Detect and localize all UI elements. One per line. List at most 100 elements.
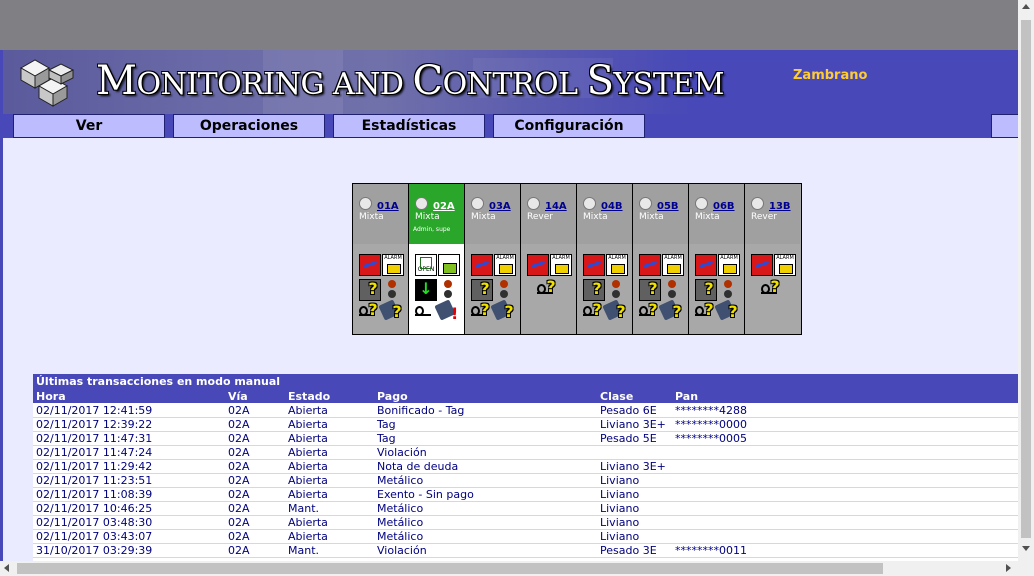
lane-id-link[interactable]: 05B [657,201,679,212]
col-hora: Hora [36,390,66,403]
unknown-status-icon: ? [704,279,714,298]
cell-via: 02A [228,446,250,459]
cell-clase: Liviano [600,502,640,515]
table-row: 02/11/2017 12:39:22 02A Abierta Tag Liviano … [33,418,1018,432]
lane-header: 06B Mixta [689,184,744,244]
lane-radio[interactable] [695,197,708,210]
gauge-icon [438,254,460,276]
cell-via: 02A [228,418,250,431]
col-estado: Estado [288,390,331,403]
transactions-panel: Últimas transacciones en modo manual Hor… [33,374,1018,561]
lane-radio[interactable] [527,197,540,210]
lane-02A[interactable]: 02A Mixta Admin, supe OPEN ↓! [409,184,465,334]
lane-id-link[interactable]: 01A [377,201,399,212]
lane-radio[interactable] [751,197,764,210]
alarm-icon: ALARM [606,254,628,276]
lane-id-link[interactable]: 06B [713,201,735,212]
cell-pan: ********0011 [675,544,747,557]
green-arrow-icon: ↓ [415,279,437,301]
vertical-scrollbar[interactable] [1018,0,1034,561]
nav-operaciones[interactable]: Operaciones [173,114,325,138]
lane-id-link[interactable]: 04B [601,201,623,212]
scroll-left-arrow-icon[interactable] [4,564,9,572]
table-row: 02/11/2017 10:46:25 02A Mant. Metálico Livia… [33,502,1018,516]
alarm-icon: ALARM [662,254,684,276]
alarm-icon: ALARM [494,254,516,276]
lane-body: ALARM??? [353,244,408,334]
cell-via: 02A [228,544,250,557]
cell-pago: Nota de deuda [377,460,459,473]
lane-mode: Mixta [415,212,440,222]
scroll-up-arrow-icon[interactable] [1022,4,1030,9]
vertical-scroll-thumb[interactable] [1021,20,1031,538]
traffic-light-icon [721,279,735,299]
lane-radio[interactable] [359,197,372,210]
lane-mode: Mixta [471,212,496,222]
lane-14A[interactable]: 14A Rever ALARM? [521,184,577,334]
nav-ver[interactable]: Ver [13,114,165,138]
traffic-light-icon [609,279,623,299]
unknown-status-icon: ? [770,277,780,296]
table-row: 02/11/2017 12:41:59 02A Abierta Bonificado … [33,404,1018,418]
lane-radio[interactable] [639,197,652,210]
alarm-icon: ALARM [774,254,796,276]
lane-id-link[interactable]: 14A [545,201,567,212]
barrier-icon [639,254,661,276]
cell-via: 02A [228,502,250,515]
browser-top-area [0,0,1018,50]
unknown-status-icon: ? [392,302,402,321]
alarm-icon: ALARM [718,254,740,276]
nav-configuracion[interactable]: Configuración [493,114,645,138]
unknown-status-icon: ? [546,277,556,296]
alarm-icon: ALARM [382,254,404,276]
cell-estado: Mant. [288,502,320,515]
unknown-status-icon: ? [648,279,658,298]
cell-pago: Violación [377,446,427,459]
table-row: 02/11/2017 11:47:31 02A Abierta Tag Pesado 5… [33,432,1018,446]
horizontal-scrollbar[interactable] [0,561,1034,576]
cell-hora: 02/11/2017 11:08:39 [36,488,153,501]
cell-estado: Mant. [288,544,320,557]
cell-clase: Pesado 5E [600,432,657,445]
cell-via: 02A [228,404,250,417]
cell-clase: Liviano 3E+ [600,460,666,473]
cell-hora: 02/11/2017 12:41:59 [36,404,153,417]
lane-id-link[interactable]: 13B [769,201,791,212]
cell-pago: Metálico [377,516,424,529]
barrier-icon [471,254,493,276]
cell-clase: Liviano [600,530,640,543]
traffic-light-icon [441,279,455,299]
lane-06B[interactable]: 06B Mixta ALARM??? [689,184,745,334]
col-pago: Pago [377,390,408,403]
lane-04B[interactable]: 04B Mixta ALARM??? [577,184,633,334]
unknown-status-icon: ? [616,302,626,321]
horizontal-scroll-thumb[interactable] [17,563,883,574]
scroll-right-arrow-icon[interactable] [1006,564,1011,572]
lane-radio[interactable] [415,197,428,210]
barrier-icon [751,254,773,276]
lane-01A[interactable]: 01A Mixta ALARM??? [353,184,409,334]
lane-header: 03A Mixta [465,184,520,244]
lane-03A[interactable]: 03A Mixta ALARM??? [465,184,521,334]
lane-13B[interactable]: 13B Rever ALARM? [745,184,800,334]
col-clase: Clase [600,390,634,403]
scroll-down-arrow-icon[interactable] [1022,546,1030,551]
lane-radio[interactable] [583,197,596,210]
cell-pan: ********0005 [675,432,747,445]
cell-via: 02A [228,530,250,543]
cell-estado: Abierta [288,446,328,459]
cell-clase: Liviano 3E+ [600,418,666,431]
lane-body: ALARM??? [465,244,520,334]
lane-body: ALARM? [521,244,576,334]
nav-estadisticas[interactable]: Estadísticas [333,114,485,138]
lane-id-link[interactable]: 02A [433,201,455,212]
lane-radio[interactable] [471,197,484,210]
app-title: MONITORING AND CONTROL SYSTEM [96,58,724,104]
lane-id-link[interactable]: 03A [489,201,511,212]
current-user: Zambrano [793,68,868,83]
cell-pago: Bonificado - Tag [377,404,465,417]
cell-clase: Liviano [600,488,640,501]
lane-mode: Mixta [359,212,384,222]
cell-hora: 02/11/2017 03:43:07 [36,530,153,543]
lane-05B[interactable]: 05B Mixta ALARM??? [633,184,689,334]
